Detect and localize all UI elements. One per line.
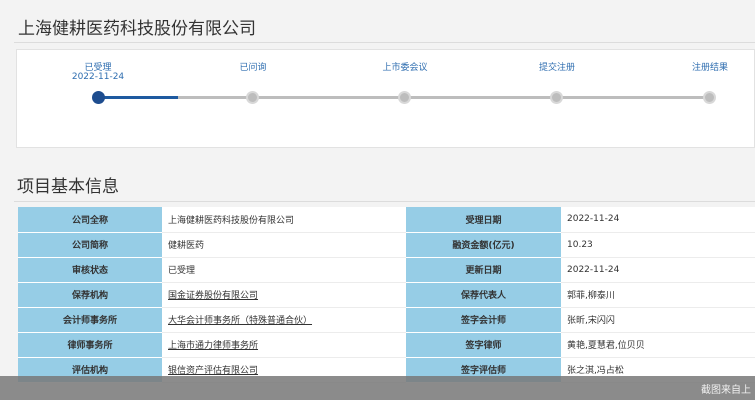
step-node-registration-result <box>703 91 716 104</box>
step-label-registration-result: 注册结果 <box>691 63 728 73</box>
info-table: 公司全称 上海健耕医药科技股份有限公司 受理日期 2022-11-24 公司简称… <box>18 207 755 383</box>
step-date-accepted: 2022-11-24 <box>71 72 125 82</box>
label-update-date: 更新日期 <box>406 257 561 283</box>
section-title: 项目基本信息 <box>17 177 119 197</box>
value-accept-date: 2022-11-24 <box>561 207 755 233</box>
table-row: 律师事务所 上海市通力律师事务所 签字律师 黄艳,夏慧君,位贝贝 <box>18 332 755 358</box>
bottom-overlay-bar: 截图来自上 <box>0 376 755 400</box>
step-node-listing-committee <box>398 91 411 104</box>
table-row: 保荐机构 国金证券股份有限公司 保荐代表人 郭菲,柳泰川 <box>18 282 755 308</box>
law-firm-link[interactable]: 上海市通力律师事务所 <box>168 341 258 351</box>
label-financing-amount: 融资金额(亿元) <box>406 232 561 258</box>
section-divider <box>14 201 755 202</box>
step-label-submit-registration: 提交注册 <box>538 63 575 73</box>
value-signing-lawyer: 黄艳,夏慧君,位贝贝 <box>561 332 755 358</box>
label-sponsor: 保荐机构 <box>18 282 162 308</box>
value-company-full-name: 上海健耕医药科技股份有限公司 <box>162 207 406 233</box>
value-financing-amount: 10.23 <box>561 232 755 258</box>
title-divider <box>14 42 755 43</box>
progress-fill <box>98 96 178 99</box>
step-node-submit-registration <box>550 91 563 104</box>
table-row: 公司全称 上海健耕医药科技股份有限公司 受理日期 2022-11-24 <box>18 207 755 233</box>
step-node-accepted <box>92 91 105 104</box>
value-review-status: 已受理 <box>162 257 406 283</box>
label-accounting-firm: 会计师事务所 <box>18 307 162 333</box>
table-row: 公司简称 健耕医药 融资金额(亿元) 10.23 <box>18 232 755 258</box>
step-node-inquired <box>246 91 259 104</box>
label-company-full-name: 公司全称 <box>18 207 162 233</box>
value-update-date: 2022-11-24 <box>561 257 755 283</box>
label-sponsor-rep: 保荐代表人 <box>406 282 561 308</box>
label-signing-accountant: 签字会计师 <box>406 307 561 333</box>
label-review-status: 审核状态 <box>18 257 162 283</box>
step-label-inquired: 已问询 <box>239 63 267 73</box>
table-row: 审核状态 已受理 更新日期 2022-11-24 <box>18 257 755 283</box>
label-signing-lawyer: 签字律师 <box>406 332 561 358</box>
value-sponsor-cell: 国金证券股份有限公司 <box>162 282 406 308</box>
appraisal-firm-link[interactable]: 银信资产评估有限公司 <box>168 366 258 376</box>
watermark-text: 截图来自上 <box>701 385 751 396</box>
accounting-firm-link[interactable]: 大华会计师事务所（特殊普通合伙） <box>168 316 312 326</box>
label-law-firm: 律师事务所 <box>18 332 162 358</box>
step-label-listing-committee: 上市委会议 <box>382 63 428 73</box>
company-title: 上海健耕医药科技股份有限公司 <box>18 19 256 39</box>
value-sponsor-rep: 郭菲,柳泰川 <box>561 282 755 308</box>
value-signing-accountant: 张昕,宋闪闪 <box>561 307 755 333</box>
value-accounting-firm-cell: 大华会计师事务所（特殊普通合伙） <box>162 307 406 333</box>
label-accept-date: 受理日期 <box>406 207 561 233</box>
table-row: 会计师事务所 大华会计师事务所（特殊普通合伙） 签字会计师 张昕,宋闪闪 <box>18 307 755 333</box>
sponsor-link[interactable]: 国金证券股份有限公司 <box>168 291 258 301</box>
label-company-short-name: 公司简称 <box>18 232 162 258</box>
value-company-short-name: 健耕医药 <box>162 232 406 258</box>
value-law-firm-cell: 上海市通力律师事务所 <box>162 332 406 358</box>
